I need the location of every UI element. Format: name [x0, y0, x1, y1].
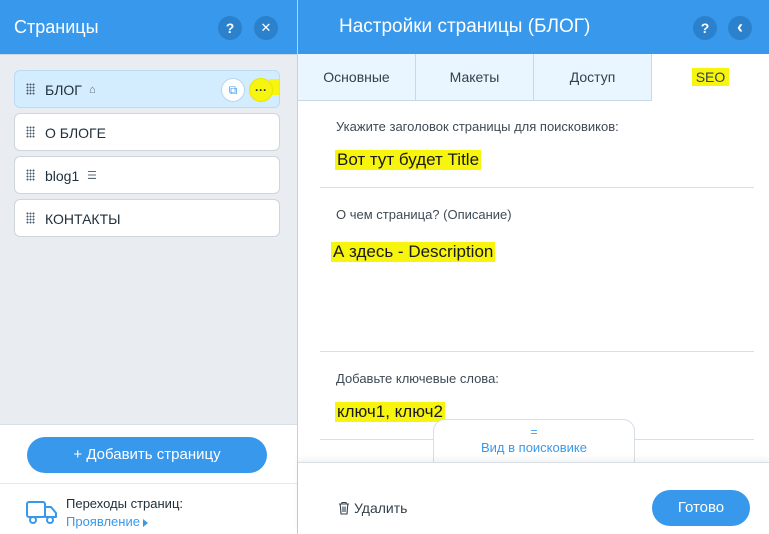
- search-preview-label: Вид в поисковике: [481, 440, 587, 455]
- page-settings-screen: Страницы ? ✕ БЛОГ ⌂ ⧉ ··· О БЛОГЕ blog1 …: [0, 0, 769, 534]
- tab-general[interactable]: Основные: [298, 54, 416, 101]
- field-divider: [320, 351, 754, 352]
- pages-panel-footer: + Добавить страницу Переходы страниц: Пр…: [0, 424, 297, 534]
- more-actions-button[interactable]: ···: [249, 78, 273, 102]
- duplicate-page-button[interactable]: ⧉: [221, 78, 245, 102]
- truck-icon: [26, 501, 57, 524]
- page-item-about[interactable]: О БЛОГЕ: [14, 113, 280, 151]
- done-button[interactable]: Готово: [652, 490, 750, 526]
- seo-title-label: Укажите заголовок страницы для поисковик…: [336, 119, 619, 134]
- play-arrow-icon: [142, 518, 148, 527]
- pages-panel: Страницы ? ✕ БЛОГ ⌂ ⧉ ··· О БЛОГЕ blog1 …: [0, 0, 297, 534]
- page-item-blog[interactable]: БЛОГ ⌂ ⧉ ···: [14, 70, 280, 108]
- home-icon: ⌂: [89, 84, 96, 96]
- trash-icon: [339, 501, 349, 515]
- page-item-label: БЛОГ: [45, 82, 82, 98]
- settings-panel-title: Настройки страницы (БЛОГ): [339, 16, 591, 37]
- seo-keywords-input[interactable]: ключ1, ключ2: [335, 402, 445, 422]
- page-transitions-title: Переходы страниц:: [66, 496, 183, 511]
- subpage-icon: ☰: [87, 170, 97, 182]
- seo-keywords-label: Добавьте ключевые слова:: [336, 371, 499, 386]
- delete-page-button[interactable]: Удалить: [338, 500, 407, 516]
- page-item-label: КОНТАКТЫ: [45, 211, 121, 227]
- header-divider: [0, 54, 297, 55]
- page-item-label: blog1: [45, 168, 80, 184]
- help-button[interactable]: ?: [693, 16, 717, 40]
- tab-layouts[interactable]: Макеты: [416, 54, 534, 101]
- tab-seo[interactable]: SEO: [652, 54, 769, 101]
- pages-panel-header: Страницы ? ✕: [0, 0, 297, 54]
- seo-description-input[interactable]: А здесь - Description: [331, 242, 496, 262]
- back-button[interactable]: ‹: [728, 16, 752, 40]
- help-button[interactable]: ?: [218, 16, 242, 40]
- close-button[interactable]: ✕: [254, 16, 278, 40]
- seo-title-input[interactable]: Вот тут будет Title: [335, 150, 482, 170]
- field-divider: [320, 187, 754, 188]
- page-transitions-link[interactable]: Проявление: [66, 514, 148, 530]
- drag-handle-icon[interactable]: [26, 169, 35, 181]
- page-transitions-value: Проявление: [66, 514, 140, 529]
- settings-panel-header: Настройки страницы (БЛОГ) ? ‹: [298, 0, 769, 54]
- page-settings-panel: Настройки страницы (БЛОГ) ? ‹ Основные М…: [298, 0, 769, 534]
- drag-handle-icon[interactable]: [26, 212, 35, 224]
- delete-page-label: Удалить: [354, 500, 408, 516]
- search-preview-toggle[interactable]: = Вид в поисковике: [433, 419, 635, 463]
- drag-handle-icon[interactable]: [26, 83, 35, 95]
- seo-description-label: О чем страница? (Описание): [336, 207, 512, 222]
- drag-handle-icon[interactable]: [26, 126, 35, 138]
- pages-panel-title: Страницы: [14, 17, 99, 37]
- page-item-label: О БЛОГЕ: [45, 125, 106, 141]
- tab-seo-label: SEO: [691, 68, 730, 86]
- drag-handle-icon: =: [530, 425, 538, 439]
- tab-access[interactable]: Доступ: [534, 54, 652, 101]
- add-page-button[interactable]: + Добавить страницу: [27, 437, 267, 473]
- settings-panel-footer: Удалить Готово: [298, 462, 769, 534]
- footer-divider: [0, 483, 297, 484]
- settings-tabs: Основные Макеты Доступ SEO: [298, 54, 769, 101]
- page-item-blog1[interactable]: blog1 ☰: [14, 156, 280, 194]
- page-item-contacts[interactable]: КОНТАКТЫ: [14, 199, 280, 237]
